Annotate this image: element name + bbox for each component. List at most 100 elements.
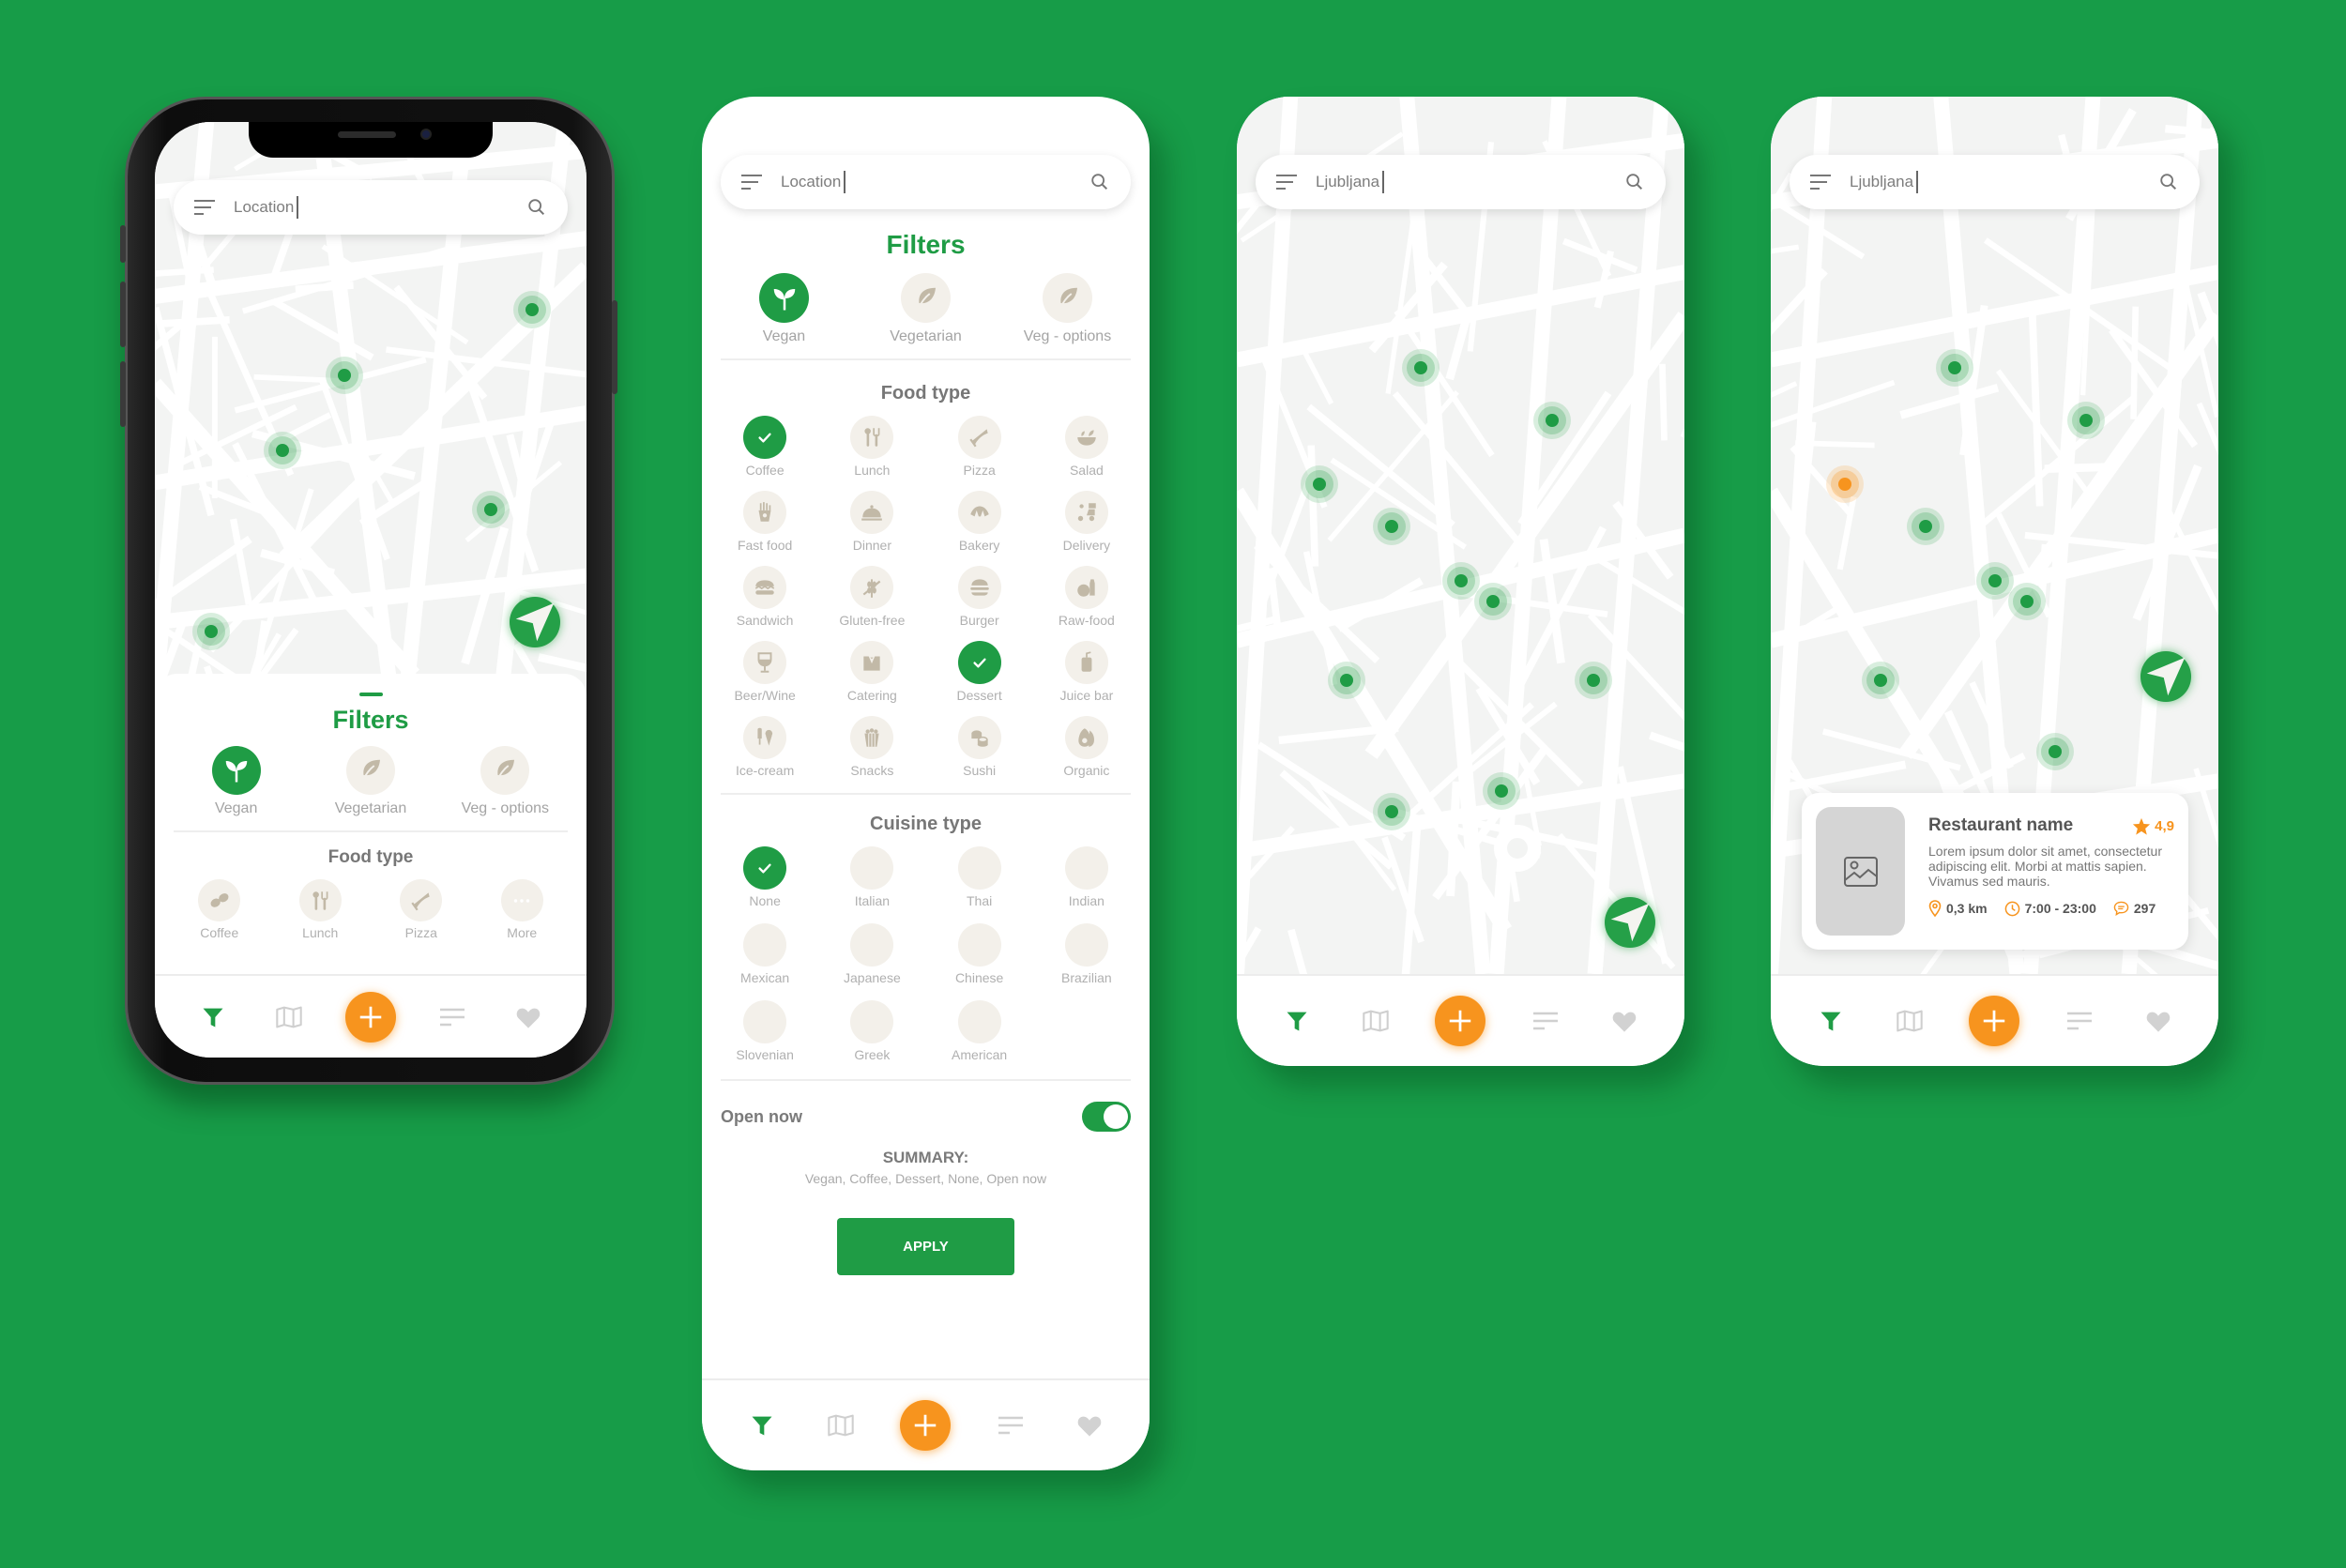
filter-option-italian[interactable]: Italian <box>818 846 925 908</box>
search-input[interactable]: Ljubljana <box>1850 171 1919 193</box>
map-marker[interactable] <box>1483 772 1520 810</box>
diet-option-veg-options[interactable]: Veg - options <box>444 746 566 817</box>
filter-option-bakery[interactable]: Bakery <box>926 491 1033 553</box>
filter-option-indian[interactable]: Indian <box>1033 846 1140 908</box>
nav-favorites-button[interactable] <box>1071 1407 1108 1444</box>
filter-option-american[interactable]: American <box>926 1000 1033 1062</box>
nav-favorites-button[interactable] <box>510 998 547 1036</box>
option-circle[interactable] <box>850 846 894 890</box>
map-marker[interactable] <box>1442 562 1480 600</box>
option-circle[interactable] <box>743 641 787 684</box>
filter-option-lunch[interactable]: Lunch <box>270 879 372 940</box>
search-bar[interactable]: Ljubljana <box>1256 155 1666 209</box>
filter-option-organic[interactable]: Organic <box>1033 716 1140 778</box>
map-marker[interactable] <box>1328 662 1365 699</box>
option-circle[interactable] <box>500 879 543 921</box>
option-circle[interactable] <box>850 416 894 459</box>
nav-map-button[interactable] <box>1891 1002 1928 1040</box>
map-marker[interactable] <box>1373 793 1410 830</box>
option-circle[interactable] <box>1064 416 1108 459</box>
filter-option-none[interactable]: None <box>711 846 818 908</box>
option-circle[interactable] <box>901 273 951 323</box>
map-marker[interactable] <box>1575 662 1612 699</box>
option-circle[interactable] <box>850 716 894 759</box>
option-circle[interactable] <box>1043 273 1092 323</box>
filter-option-beer-wine[interactable]: Beer/Wine <box>711 641 818 703</box>
option-circle[interactable] <box>298 879 342 921</box>
filter-option-thai[interactable]: Thai <box>926 846 1033 908</box>
map-marker[interactable] <box>2036 733 2074 770</box>
nav-filter-button[interactable] <box>1278 1002 1316 1040</box>
option-circle[interactable] <box>957 1000 1001 1043</box>
nav-filter-button[interactable] <box>743 1407 781 1444</box>
nav-add-button[interactable] <box>900 1400 952 1451</box>
map-marker[interactable] <box>1936 349 1973 387</box>
map-marker[interactable] <box>472 491 510 528</box>
filter-option-chinese[interactable]: Chinese <box>926 923 1033 985</box>
filter-option-sandwich[interactable]: Sandwich <box>711 566 818 628</box>
selected-indicator[interactable] <box>211 746 261 795</box>
filter-option-snacks[interactable]: Snacks <box>818 716 925 778</box>
option-circle[interactable] <box>1064 846 1108 890</box>
option-circle[interactable] <box>1064 566 1108 609</box>
search-bar[interactable]: Ljubljana <box>1790 155 2200 209</box>
diet-option-vegan[interactable]: Vegan <box>724 273 845 345</box>
nav-list-button[interactable] <box>2061 1002 2098 1040</box>
search-icon[interactable] <box>1089 172 1110 192</box>
search-icon[interactable] <box>526 197 547 218</box>
nav-filter-button[interactable] <box>194 998 232 1036</box>
map-marker[interactable] <box>2067 402 2105 439</box>
map-marker[interactable] <box>2008 583 2046 620</box>
diet-option-vegetarian[interactable]: Vegetarian <box>310 746 432 817</box>
filter-option-brazilian[interactable]: Brazilian <box>1033 923 1140 985</box>
filter-option-catering[interactable]: Catering <box>818 641 925 703</box>
filter-option-more[interactable]: More <box>472 879 573 940</box>
option-circle[interactable] <box>850 641 894 684</box>
option-circle[interactable] <box>743 716 787 759</box>
filter-option-pizza[interactable]: Pizza <box>371 879 472 940</box>
restaurant-card[interactable]: Restaurant name 4,9 Lorem ipsum dolor si… <box>1802 793 2188 950</box>
option-circle[interactable] <box>957 491 1001 534</box>
filter-option-ice-cream[interactable]: Ice-cream <box>711 716 818 778</box>
menu-icon[interactable] <box>1276 175 1297 190</box>
map[interactable] <box>1237 97 1684 974</box>
option-circle[interactable] <box>1064 716 1108 759</box>
filter-option-burger[interactable]: Burger <box>926 566 1033 628</box>
selected-indicator[interactable] <box>743 846 787 890</box>
option-circle[interactable] <box>480 746 530 795</box>
map-marker-selected[interactable] <box>1826 465 1864 503</box>
filter-option-coffee[interactable]: Coffee <box>711 416 818 478</box>
option-circle[interactable] <box>1064 641 1108 684</box>
option-circle[interactable] <box>850 566 894 609</box>
search-icon[interactable] <box>1624 172 1645 192</box>
nav-map-button[interactable] <box>1357 1002 1394 1040</box>
filter-option-slovenian[interactable]: Slovenian <box>711 1000 818 1062</box>
option-circle[interactable] <box>743 923 787 967</box>
option-circle[interactable] <box>957 846 1001 890</box>
map-marker[interactable] <box>264 432 301 469</box>
selected-indicator[interactable] <box>759 273 809 323</box>
filter-option-mexican[interactable]: Mexican <box>711 923 818 985</box>
search-icon[interactable] <box>2158 172 2179 192</box>
map-marker[interactable] <box>1907 508 1944 545</box>
filter-option-japanese[interactable]: Japanese <box>818 923 925 985</box>
map-marker[interactable] <box>1402 349 1440 387</box>
filter-option-salad[interactable]: Salad <box>1033 416 1140 478</box>
filter-option-dessert[interactable]: Dessert <box>926 641 1033 703</box>
nav-add-button[interactable] <box>1435 996 1486 1046</box>
nav-favorites-button[interactable] <box>2140 1002 2177 1040</box>
option-circle[interactable] <box>1064 491 1108 534</box>
map-marker[interactable] <box>1474 583 1512 620</box>
option-circle[interactable] <box>850 1000 894 1043</box>
map-marker[interactable] <box>1976 562 2014 600</box>
option-circle[interactable] <box>743 566 787 609</box>
option-circle[interactable] <box>957 566 1001 609</box>
menu-icon[interactable] <box>194 200 215 215</box>
filter-option-pizza[interactable]: Pizza <box>926 416 1033 478</box>
search-bar[interactable]: Location <box>174 180 568 235</box>
option-circle[interactable] <box>400 879 443 921</box>
apply-button[interactable]: APPLY <box>837 1218 1014 1275</box>
option-circle[interactable] <box>850 923 894 967</box>
nav-list-button[interactable] <box>434 998 471 1036</box>
option-circle[interactable] <box>1064 923 1108 967</box>
